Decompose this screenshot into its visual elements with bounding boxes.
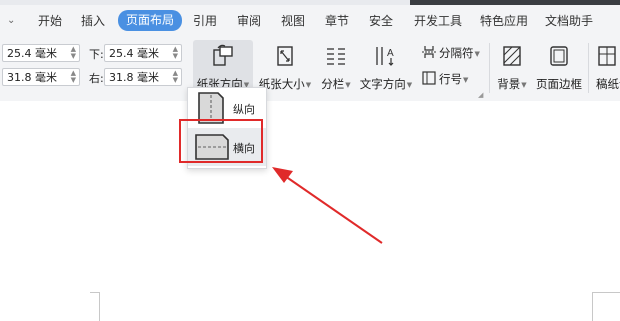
annotation-arrow-icon xyxy=(272,167,383,244)
